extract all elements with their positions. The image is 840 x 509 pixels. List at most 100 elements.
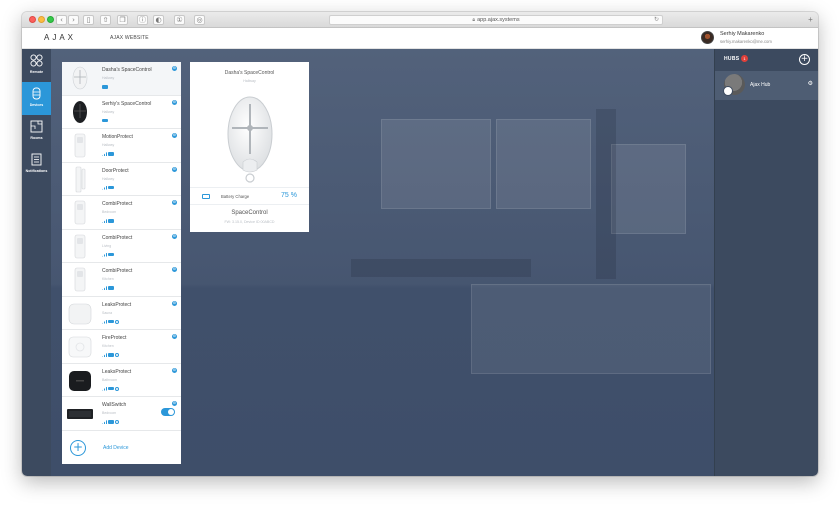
battery-label: Battery Charge [221,194,250,199]
website-link[interactable]: AJAX WEBSITE [110,35,149,41]
avatar[interactable] [701,31,714,44]
browser-window: ‹ › ▯ ⇧ ❐ ⓘ ◐ ① ◎ 🔒︎ app.ajax.systems ↻ +… [22,12,818,476]
device-image [66,199,94,226]
device-room: Sauna [102,310,113,315]
device-info: FW: 3.15.0, Device ID 00ABCD [224,220,275,224]
settings-icon[interactable]: ⚙ [172,66,177,71]
device-image [66,166,94,193]
device-image [66,233,94,260]
device-model: SpaceControl [231,210,268,216]
sidebar: Remote Devices Rooms Notifications [22,49,51,476]
battery-icon [108,386,114,390]
extension-2-icon[interactable]: ◎ [194,15,205,25]
sidebar-item-label: Notifications [25,169,48,173]
battery-row: Battery Charge 75 % [190,187,309,205]
back-icon[interactable]: ‹ [56,15,67,25]
signal-icon [102,353,107,357]
device-status [102,185,115,190]
device-row[interactable]: WallSwitch Bedroom ⚙ [62,397,181,431]
device-room: Kitchen [102,277,114,281]
device-image [66,65,94,92]
add-hub-button[interactable]: + [799,54,810,65]
gear-icon[interactable]: ⚙ [808,80,813,87]
minimize-window-button[interactable] [38,16,45,23]
sidebar-item-rooms[interactable]: Rooms [22,115,51,148]
sidebar-item-remote[interactable]: Remote [22,49,51,82]
settings-icon[interactable]: ⚙ [172,133,177,138]
device-row[interactable]: CombiProtect Kitchen ⚙ [62,263,181,297]
user-name[interactable]: Serhiy Makarenko [720,31,764,37]
signal-icon [102,152,107,156]
keyfob-image [227,96,273,183]
share-icon[interactable]: ⇧ [100,15,111,25]
signal-icon [102,252,107,257]
address-bar[interactable]: 🔒︎ app.ajax.systems ↻ [329,15,663,25]
hub-item[interactable]: Ajax Hub ⚙ [715,71,818,100]
device-name: MotionProtect [102,134,133,140]
battery-icon [202,194,210,199]
plus-icon: + [70,440,86,456]
battery-icon [108,353,114,357]
settings-icon[interactable]: ⚙ [172,200,177,205]
device-row[interactable]: DoorProtect Hallway ⚙ [62,163,181,196]
sidebar-toggle-icon[interactable]: ▯ [83,15,94,25]
settings-icon[interactable]: ⚙ [172,401,177,406]
maximize-window-button[interactable] [47,16,54,23]
tabs-icon[interactable]: ❐ [117,15,128,25]
settings-icon[interactable]: ⚙ [172,334,177,339]
add-device-button[interactable]: + Add Device [62,435,181,464]
battery-icon [102,118,108,122]
settings-icon[interactable]: ⚙ [172,233,177,239]
shield-icon [115,319,119,324]
device-name: CombiProtect [102,234,133,241]
device-room: Bedroom [102,411,117,415]
sidebar-item-devices[interactable]: Devices [22,82,51,115]
background-window [381,119,491,209]
device-list[interactable]: Dasha's SpaceControl Hallway ⚙ Serhiy's Spa… [62,62,181,435]
settings-icon[interactable]: ⚙ [172,267,177,272]
new-tab-button[interactable]: + [806,15,815,25]
device-row[interactable]: Serhiy's SpaceControl Hallway ⚙ [62,96,181,129]
ajax-logo[interactable]: AJAX [44,33,76,42]
forward-icon[interactable]: › [68,15,79,25]
info-icon[interactable]: ⓘ [137,15,148,25]
settings-icon[interactable]: ⚙ [172,300,177,306]
detail-room: Hallway [243,79,256,83]
sidebar-item-label: Devices [29,103,44,107]
device-status [102,286,115,290]
settings-icon[interactable]: ⚙ [172,367,177,373]
lock-icon: 🔒︎ [472,17,476,23]
device-image [66,333,94,360]
device-row[interactable]: FireProtect Kitchen ⚙ [62,330,181,364]
sidebar-item-notifications[interactable]: Notifications [22,148,51,181]
extension-icon[interactable]: ① [174,15,185,25]
device-name: Serhiy's SpaceControl [102,100,152,107]
hubs-header: HUBS 1 + [715,49,818,71]
device-status [102,118,109,123]
settings-icon[interactable]: ⚙ [172,166,177,172]
settings-icon[interactable]: ⚙ [172,99,177,105]
signal-icon [102,286,107,290]
device-row[interactable]: CombiProtect Bedroom ⚙ [62,196,181,230]
device-row[interactable]: Dasha's SpaceControl Hallway ⚙ [62,62,181,96]
mute-icon[interactable]: ◐ [153,15,164,25]
device-room: Living [102,243,112,248]
device-status [102,319,119,324]
device-row[interactable]: MotionProtect Hallway ⚙ [62,129,181,163]
device-status [102,420,119,424]
device-row[interactable]: LeaksProtect Sauna ⚙ [62,297,181,330]
hub-image [723,74,745,96]
url-text: app.ajax.systems [477,17,520,23]
switch-toggle[interactable] [161,408,175,416]
device-status [102,386,119,391]
device-name: WallSwitch [102,402,127,408]
device-row[interactable]: LeaksProtect Bathroom ⚙ [62,364,181,397]
device-row[interactable]: CombiProtect Living ⚙ [62,230,181,263]
device-name: LeaksProtect [102,368,132,375]
battery-icon [108,286,114,290]
close-window-button[interactable] [29,16,36,23]
battery-icon [108,152,114,156]
reload-icon[interactable]: ↻ [654,16,659,25]
device-room: Bedroom [102,210,117,214]
background-shelf [596,109,616,279]
